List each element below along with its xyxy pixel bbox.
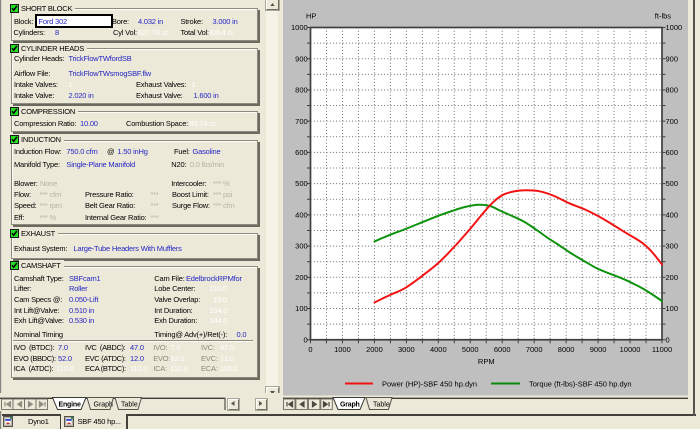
svg-text:500: 500: [295, 179, 308, 188]
svg-text:Graph: Graph: [94, 402, 114, 409]
svg-text:800: 800: [666, 86, 679, 95]
svg-text:400: 400: [666, 210, 679, 219]
svg-text:Table: Table: [373, 402, 390, 409]
svg-text:11000: 11000: [652, 345, 672, 354]
svg-text:300: 300: [666, 242, 679, 251]
svg-text:700: 700: [295, 117, 308, 126]
svg-text:300: 300: [295, 242, 308, 251]
svg-text:4000: 4000: [430, 345, 447, 354]
svg-text:200: 200: [295, 273, 308, 282]
svg-text:6000: 6000: [494, 345, 511, 354]
svg-text:100: 100: [295, 304, 308, 313]
svg-text:0: 0: [304, 335, 308, 344]
svg-text:600: 600: [295, 148, 308, 157]
svg-text:700: 700: [666, 117, 679, 126]
svg-text:5000: 5000: [462, 345, 479, 354]
svg-text:ft-lbs: ft-lbs: [655, 11, 672, 20]
svg-text:HP: HP: [306, 11, 316, 20]
svg-text:3000: 3000: [398, 345, 415, 354]
svg-text:600: 600: [666, 148, 679, 157]
svg-text:7000: 7000: [526, 345, 543, 354]
svg-text:1000: 1000: [666, 23, 683, 32]
svg-text:1000: 1000: [334, 345, 351, 354]
svg-text:9000: 9000: [590, 345, 607, 354]
svg-text:800: 800: [295, 86, 308, 95]
svg-text:1000: 1000: [291, 23, 308, 32]
svg-text:900: 900: [666, 54, 679, 63]
svg-text:100: 100: [666, 304, 679, 313]
svg-text:Table: Table: [121, 402, 138, 409]
svg-text:400: 400: [295, 210, 308, 219]
svg-text:10000: 10000: [620, 345, 641, 354]
svg-text:900: 900: [295, 54, 308, 63]
svg-text:Torque (ft-lbs)-SBF 450 hp.dyn: Torque (ft-lbs)-SBF 450 hp.dyn: [529, 379, 632, 388]
svg-text:Graph: Graph: [340, 402, 360, 409]
svg-text:RPM: RPM: [478, 357, 495, 366]
svg-text:500: 500: [666, 179, 679, 188]
svg-text:Power (HP)-SBF 450 hp.dyn: Power (HP)-SBF 450 hp.dyn: [382, 379, 477, 388]
svg-text:0: 0: [666, 335, 670, 344]
svg-text:Engine: Engine: [59, 402, 81, 409]
svg-text:2000: 2000: [366, 345, 383, 354]
svg-text:8000: 8000: [558, 345, 575, 354]
svg-text:200: 200: [666, 273, 679, 282]
svg-text:0: 0: [308, 345, 312, 354]
